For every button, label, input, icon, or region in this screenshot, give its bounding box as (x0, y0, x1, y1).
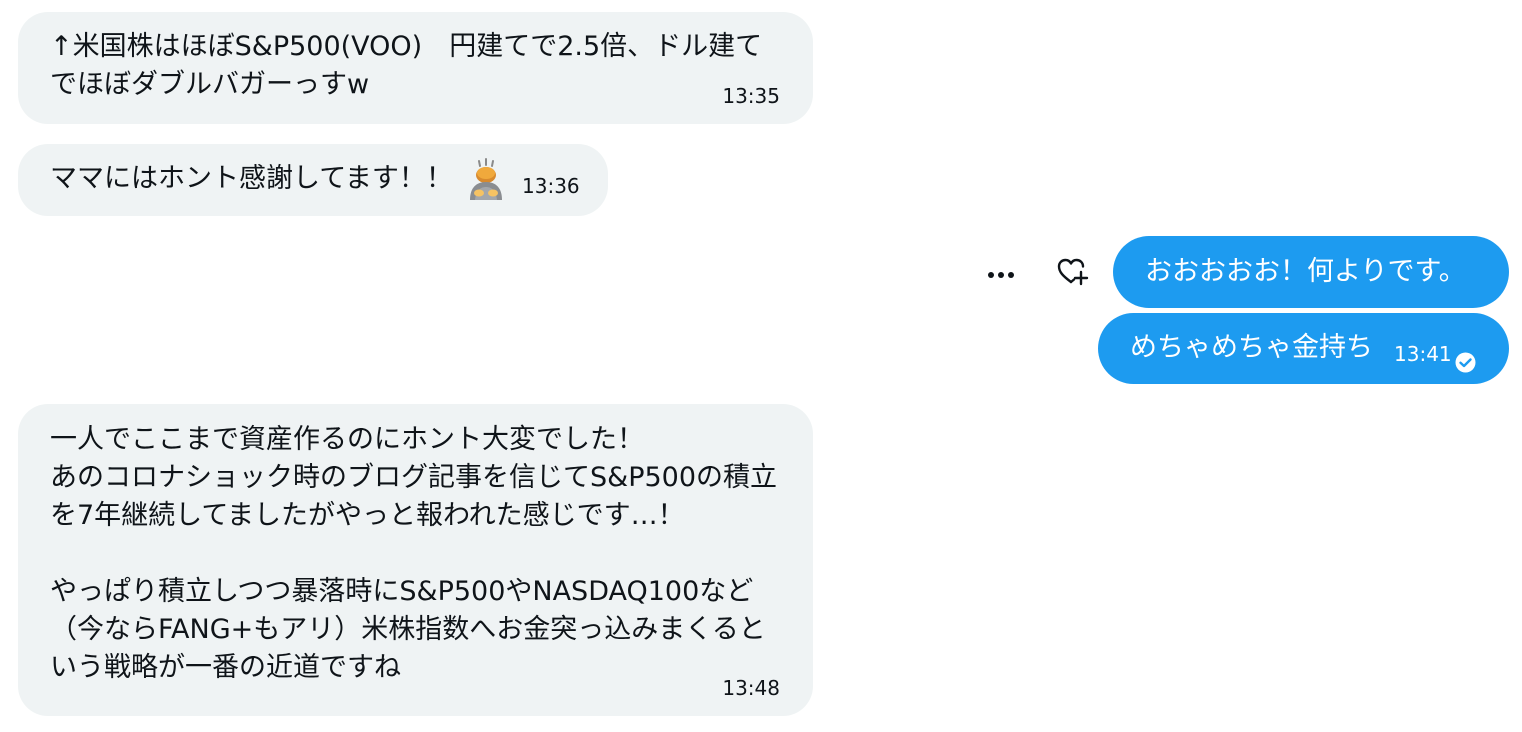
message-timestamp: 13:41 (1394, 342, 1452, 366)
message-bubble-outgoing[interactable]: めちゃめちゃ金持ち 13:41 (1098, 313, 1509, 384)
message-text: めちゃめちゃ金持ち (1130, 332, 1373, 363)
message-bubble-incoming[interactable]: ↑米国株はほぼS&P500(VOO) 円建てで2.5倍、ドル建てでほぼダブルバガ… (18, 12, 813, 124)
message-timestamp: 13:36 (522, 174, 580, 198)
message-timestamp: 13:35 (722, 84, 780, 108)
message-text: 一人でここまで資産作るのにホント大変でした！ あのコロナショック時のブログ記事を… (50, 424, 778, 683)
message-text: ママにはホント感謝してます！！ (50, 163, 453, 194)
message-text: ↑米国株はほぼS&P500(VOO) 円建てで2.5倍、ドル建てでほぼダブルバガ… (50, 31, 763, 100)
more-horizontal-icon (986, 264, 1016, 283)
message-bubble-outgoing[interactable]: おおおおお！何よりです。 (1113, 236, 1509, 308)
message-timestamp: 13:48 (722, 676, 780, 700)
more-options-button[interactable] (982, 257, 1020, 289)
message-bubble-incoming[interactable]: 一人でここまで資産作るのにホント大変でした！ あのコロナショック時のブログ記事を… (18, 404, 813, 716)
add-reaction-button[interactable] (1053, 254, 1093, 292)
person-bowing-emoji-icon (466, 158, 506, 202)
add-reaction-heart-icon (1057, 256, 1089, 290)
dm-conversation: ↑米国株はほぼS&P500(VOO) 円建てで2.5倍、ドル建てでほぼダブルバガ… (0, 0, 1522, 732)
message-text: おおおおお！何よりです。 (1145, 256, 1466, 287)
sent-check-icon (1455, 346, 1476, 373)
message-bubble-incoming[interactable]: ママにはホント感謝してます！！ 13:36 (18, 144, 608, 216)
